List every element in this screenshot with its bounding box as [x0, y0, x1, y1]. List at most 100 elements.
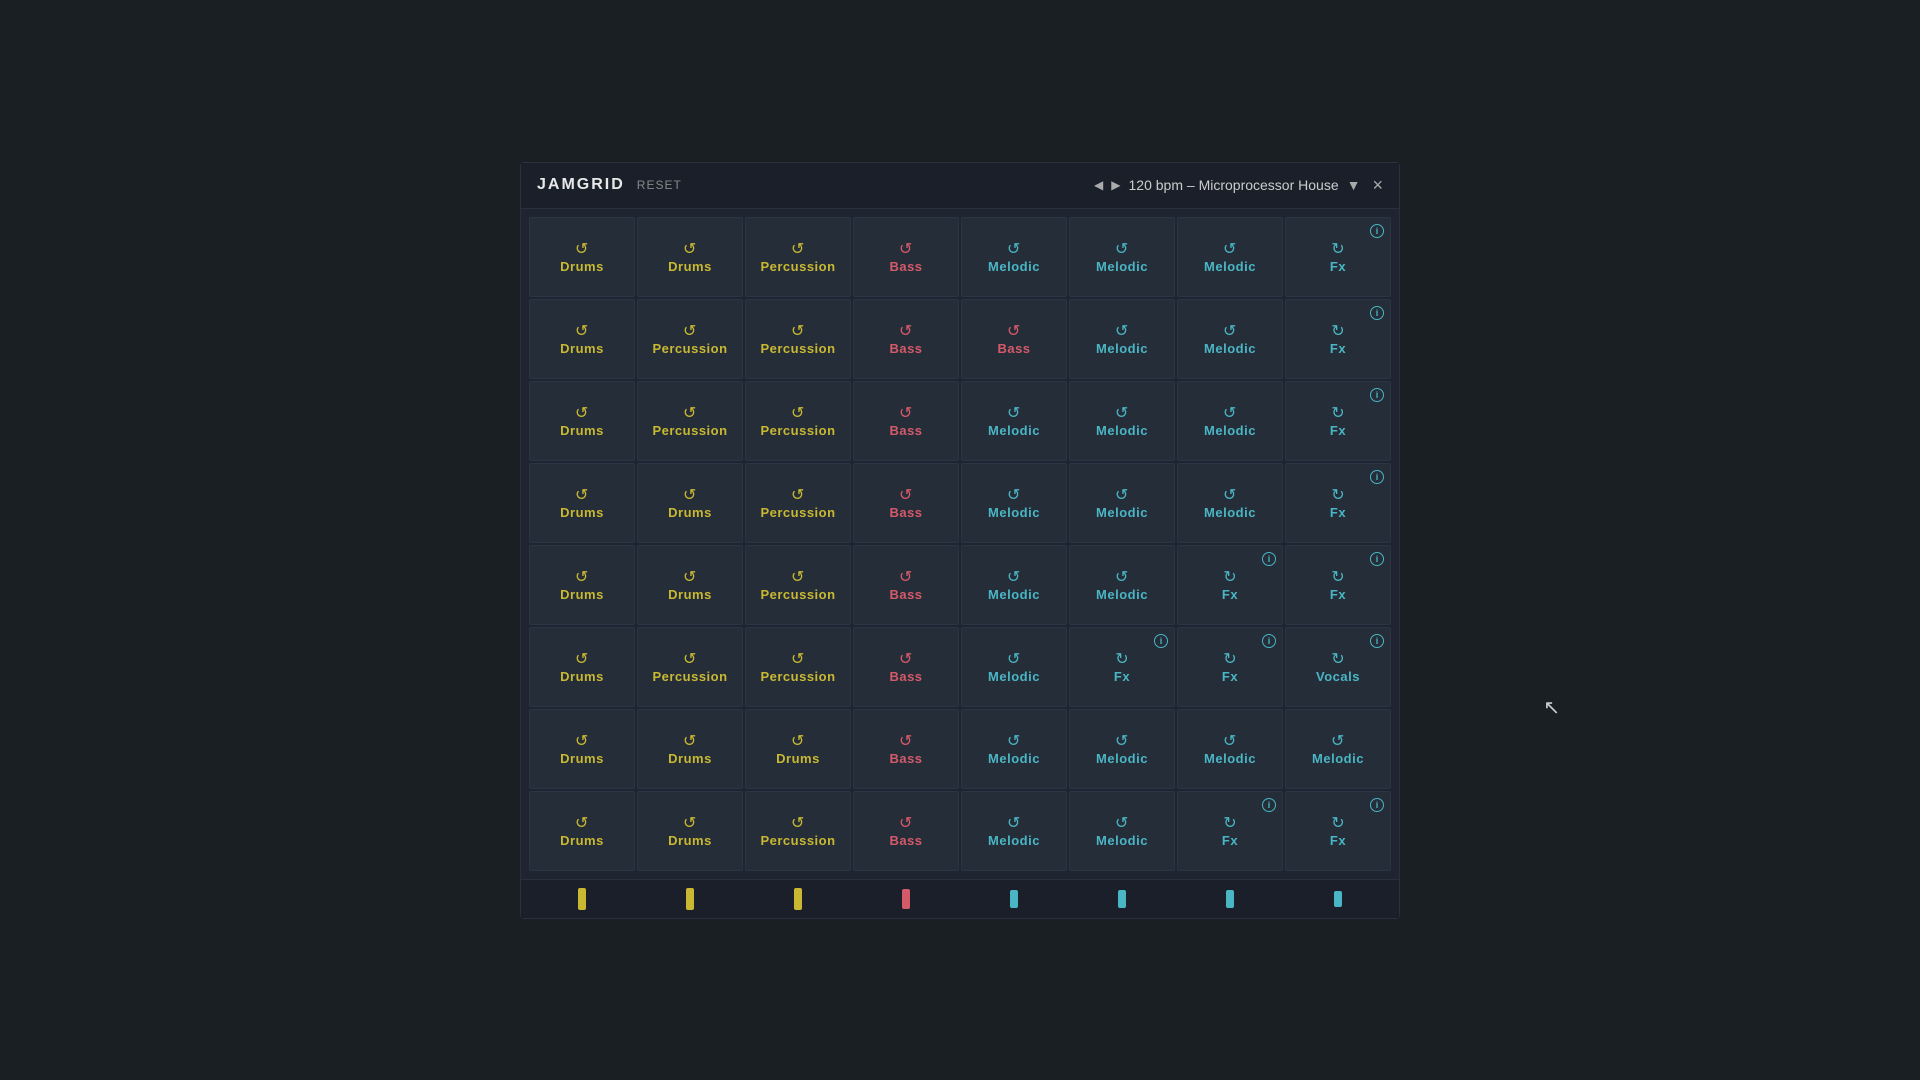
grid-cell[interactable]: ↻Melodic — [961, 217, 1067, 297]
grid-cell[interactable]: ↻Melodic — [961, 463, 1067, 543]
grid-cell[interactable]: ↻Percussion — [745, 299, 851, 379]
grid-cell[interactable]: i↻Fx — [1285, 299, 1391, 379]
dropdown-icon[interactable]: ▼ — [1347, 177, 1361, 193]
app-title: JAMGRID — [537, 176, 625, 194]
cell-label: Melodic — [988, 669, 1040, 684]
grid-cell[interactable]: ↻Drums — [745, 709, 851, 789]
grid-cell[interactable]: ↻Bass — [853, 709, 959, 789]
grid-cell[interactable]: ↻Melodic — [1177, 463, 1283, 543]
grid-cell[interactable]: ↻Bass — [853, 381, 959, 461]
grid-cell[interactable]: ↻Bass — [853, 217, 959, 297]
info-icon: i — [1370, 470, 1384, 484]
grid-cell[interactable]: ↻Melodic — [1069, 217, 1175, 297]
grid-cell[interactable]: ↻Bass — [853, 545, 959, 625]
col-indicator — [961, 890, 1067, 908]
grid-cell[interactable]: i↻Fx — [1177, 791, 1283, 871]
refresh-icon: ↻ — [575, 321, 588, 341]
cell-label: Drums — [560, 669, 604, 684]
col-bar[interactable] — [1118, 890, 1126, 908]
grid-cell[interactable]: ↻Drums — [529, 791, 635, 871]
grid-cell[interactable]: i↻Fx — [1285, 545, 1391, 625]
grid-cell[interactable]: ↻Melodic — [1069, 791, 1175, 871]
grid-cell[interactable]: ↻Bass — [853, 791, 959, 871]
col-indicator — [745, 888, 851, 910]
grid-cell[interactable]: ↻Percussion — [637, 299, 743, 379]
col-bar[interactable] — [578, 888, 586, 910]
grid-cell[interactable]: ↻Percussion — [745, 381, 851, 461]
info-icon: i — [1154, 634, 1168, 648]
grid-cell[interactable]: ↻Drums — [637, 709, 743, 789]
grid-cell[interactable]: ↻Melodic — [1177, 709, 1283, 789]
refresh-icon: ↻ — [1007, 403, 1020, 423]
grid-cell[interactable]: ↻Percussion — [745, 627, 851, 707]
refresh-icon: ↻ — [1115, 321, 1128, 341]
grid-cell[interactable]: ↻Drums — [529, 299, 635, 379]
nav-next-icon[interactable]: ▶ — [1111, 178, 1120, 192]
grid-cell[interactable]: ↻Percussion — [745, 217, 851, 297]
grid-cell[interactable]: ↻Drums — [637, 791, 743, 871]
grid-cell[interactable]: ↻Percussion — [637, 627, 743, 707]
info-icon: ↻ — [1115, 649, 1128, 669]
grid-cell[interactable]: i↻Fx — [1177, 627, 1283, 707]
grid-cell[interactable]: ↻Bass — [853, 627, 959, 707]
grid-cell[interactable]: ↻Bass — [853, 299, 959, 379]
grid-cell[interactable]: i↻Fx — [1285, 217, 1391, 297]
grid-cell[interactable]: i↻Fx — [1177, 545, 1283, 625]
col-bar[interactable] — [1334, 891, 1342, 907]
grid-cell[interactable]: ↻Melodic — [1177, 299, 1283, 379]
col-bar[interactable] — [686, 888, 694, 910]
grid-cell[interactable]: ↻Drums — [529, 217, 635, 297]
grid-cell[interactable]: ↻Bass — [853, 463, 959, 543]
nav-prev-icon[interactable]: ◀ — [1094, 178, 1103, 192]
grid-cell[interactable]: ↻Drums — [529, 545, 635, 625]
cell-label: Melodic — [1096, 751, 1148, 766]
grid-cell[interactable]: i↻Vocals — [1285, 627, 1391, 707]
grid-cell[interactable]: ↻Melodic — [961, 627, 1067, 707]
grid-cell[interactable]: ↻Drums — [637, 217, 743, 297]
close-button[interactable]: × — [1372, 175, 1383, 196]
grid-cell[interactable]: ↻Melodic — [1069, 463, 1175, 543]
grid-cell[interactable]: ↻Melodic — [961, 545, 1067, 625]
grid-cell[interactable]: ↻Percussion — [745, 545, 851, 625]
cell-label: Melodic — [1204, 505, 1256, 520]
grid-cell[interactable]: ↻Percussion — [745, 463, 851, 543]
grid-cell[interactable]: ↻Melodic — [1285, 709, 1391, 789]
grid-cell[interactable]: i↻Fx — [1285, 791, 1391, 871]
cell-label: Bass — [889, 751, 922, 766]
grid-cell[interactable]: ↻Melodic — [961, 791, 1067, 871]
col-bar[interactable] — [1226, 890, 1234, 908]
col-bar[interactable] — [902, 889, 910, 909]
cell-label: Percussion — [760, 669, 835, 684]
cell-label: Fx — [1114, 669, 1130, 684]
grid-cell[interactable]: i↻Fx — [1285, 463, 1391, 543]
info-icon: ↻ — [1223, 813, 1236, 833]
grid-cell[interactable]: ↻Melodic — [1177, 217, 1283, 297]
grid-cell[interactable]: ↻Melodic — [1069, 545, 1175, 625]
grid-cell[interactable]: ↻Melodic — [961, 709, 1067, 789]
grid-cell[interactable]: ↻Bass — [961, 299, 1067, 379]
grid-cell[interactable]: ↻Drums — [529, 463, 635, 543]
grid-cell[interactable]: ↻Drums — [529, 381, 635, 461]
grid-cell[interactable]: ↻Drums — [637, 463, 743, 543]
grid-cell[interactable]: ↻Drums — [529, 627, 635, 707]
grid-cell[interactable]: ↻Drums — [529, 709, 635, 789]
reset-button[interactable]: RESET — [637, 178, 682, 192]
refresh-icon: ↻ — [683, 649, 696, 669]
grid-cell[interactable]: ↻Melodic — [961, 381, 1067, 461]
cell-label: Melodic — [1096, 833, 1148, 848]
cell-label: Drums — [560, 423, 604, 438]
cell-label: Bass — [997, 341, 1030, 356]
col-bar[interactable] — [1010, 890, 1018, 908]
grid-cell[interactable]: ↻Drums — [637, 545, 743, 625]
grid-cell[interactable]: i ↻Fx — [1069, 627, 1175, 707]
cell-label: Melodic — [1096, 259, 1148, 274]
grid-cell[interactable]: ↻Percussion — [745, 791, 851, 871]
grid-cell[interactable]: ↻Melodic — [1069, 299, 1175, 379]
refresh-icon: ↻ — [1223, 485, 1236, 505]
col-bar[interactable] — [794, 888, 802, 910]
grid-cell[interactable]: ↻Melodic — [1069, 381, 1175, 461]
grid-cell[interactable]: i↻Fx — [1285, 381, 1391, 461]
grid-cell[interactable]: ↻Percussion — [637, 381, 743, 461]
grid-cell[interactable]: ↻Melodic — [1069, 709, 1175, 789]
grid-cell[interactable]: ↻Melodic — [1177, 381, 1283, 461]
